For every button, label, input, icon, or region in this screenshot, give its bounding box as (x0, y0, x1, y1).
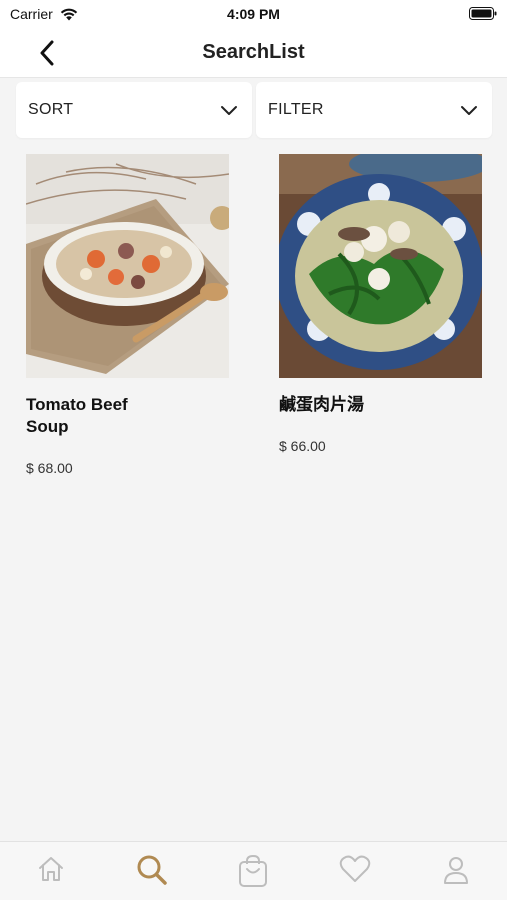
product-name: Tomato Beef Soup (26, 395, 128, 436)
product-price: $ 68.00 (26, 460, 73, 476)
tab-profile[interactable] (436, 854, 476, 890)
filter-label: FILTER (268, 101, 324, 118)
navigation-bar: SearchList (0, 28, 507, 78)
status-bar: Carrier 4:09 PM (0, 0, 507, 28)
bag-icon (239, 854, 268, 887)
product-card[interactable]: Tomato Beef Soup $ 68.00 (26, 154, 229, 476)
sort-label: SORT (28, 101, 74, 118)
sort-filter-bar: SORT FILTER (16, 82, 492, 138)
tab-bar (0, 841, 507, 900)
product-price: $ 66.00 (279, 438, 326, 454)
profile-icon (444, 857, 469, 884)
wifi-icon (60, 8, 77, 21)
heart-icon (339, 855, 371, 882)
carrier-label: Carrier (10, 6, 53, 22)
home-icon (38, 857, 63, 881)
product-image (26, 154, 229, 378)
tab-cart[interactable] (233, 854, 273, 890)
search-icon (137, 855, 167, 885)
product-name: 鹹蛋肉片湯 (279, 395, 364, 414)
chevron-down-icon (461, 106, 477, 115)
product-card[interactable]: 鹹蛋肉片湯 $ 66.00 (279, 154, 482, 454)
product-image (279, 154, 482, 378)
filter-dropdown[interactable]: FILTER (256, 82, 492, 138)
sort-dropdown[interactable]: SORT (16, 82, 252, 138)
tab-home[interactable] (31, 854, 71, 890)
tab-search[interactable] (132, 854, 172, 890)
battery-icon (469, 7, 497, 20)
chevron-down-icon (221, 106, 237, 115)
page-title: SearchList (202, 41, 305, 63)
tab-favorites[interactable] (335, 854, 375, 890)
